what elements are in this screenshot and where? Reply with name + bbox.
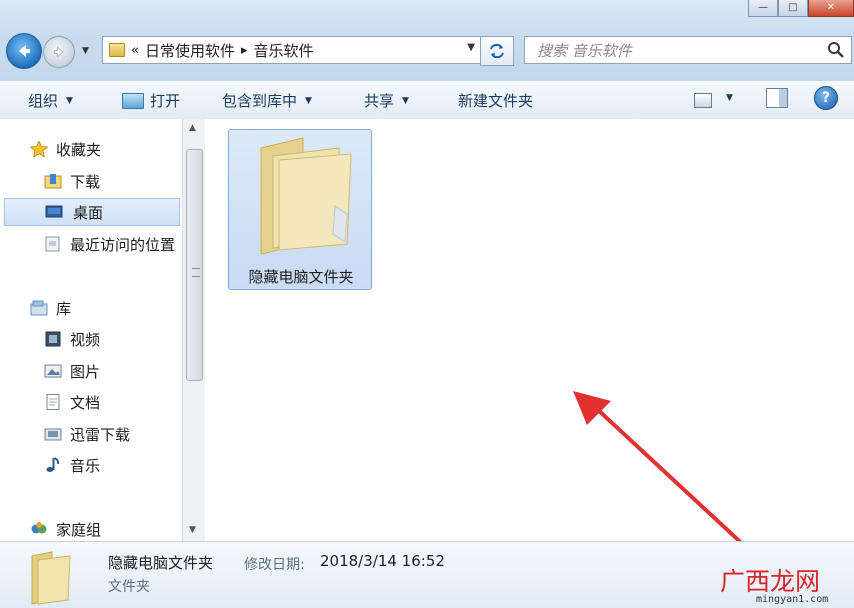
open-button[interactable]: 打开: [122, 90, 180, 111]
library-icon: [30, 300, 48, 316]
organize-label: 组织: [28, 92, 59, 110]
sidebar-item-recent-places[interactable]: 最近访问的位置: [44, 230, 175, 258]
back-arrow-icon: [19, 45, 30, 57]
change-view-icon[interactable]: [694, 93, 712, 108]
share-menu[interactable]: 共享 ▼: [364, 90, 409, 111]
help-icon[interactable]: ?: [814, 86, 838, 110]
sidebar-item-label: 视频: [70, 330, 101, 349]
watermark-url: mingyan1.com: [756, 594, 829, 605]
sidebar-item-thunder-downloads[interactable]: 迅雷下载: [44, 420, 130, 448]
scrollbar-thumb[interactable]: [186, 149, 203, 381]
refresh-button[interactable]: [480, 36, 514, 66]
new-folder-button[interactable]: 新建文件夹: [458, 90, 533, 111]
refresh-icon: [490, 43, 504, 59]
chevron-down-icon[interactable]: ▼: [726, 93, 733, 103]
breadcrumb-item[interactable]: 日常使用软件: [145, 40, 235, 61]
navigation-pane: 收藏夹 下载 桌面 最近访问的位置 库 视频 图片 文档 迅雷下载 音乐 家庭组: [0, 119, 185, 541]
document-icon: [46, 394, 60, 410]
sidebar-item-documents[interactable]: 文档: [44, 388, 100, 416]
folder-item[interactable]: 隐藏电脑文件夹: [228, 129, 372, 290]
sidebar-item-videos[interactable]: 视频: [44, 325, 100, 353]
thunder-download-icon: [44, 428, 62, 441]
include-library-menu[interactable]: 包含到库中 ▼: [222, 90, 312, 111]
video-icon: [45, 331, 61, 347]
folder-icon: [109, 43, 125, 57]
folder-icon: [260, 137, 352, 255]
chevron-down-icon: ▼: [305, 95, 312, 106]
recent-pages-dropdown[interactable]: ▼: [82, 46, 89, 56]
sidebar-item-libraries[interactable]: 库: [30, 294, 71, 322]
details-file-type: 文件夹: [108, 579, 150, 595]
nav-pane-scrollbar[interactable]: ▲ ▼: [182, 119, 205, 541]
downloads-folder-icon: [44, 174, 62, 189]
maximize-button[interactable]: □: [778, 0, 808, 17]
open-icon: [122, 92, 144, 109]
folder-name: 隐藏电脑文件夹: [248, 268, 354, 286]
scroll-up-icon[interactable]: ▲: [189, 123, 196, 133]
breadcrumb-item[interactable]: 音乐软件: [254, 40, 314, 61]
search-input[interactable]: 搜索 音乐软件: [537, 40, 632, 61]
recent-places-icon: [45, 236, 60, 252]
chevron-down-icon[interactable]: ▼: [467, 42, 475, 53]
organize-menu[interactable]: 组织 ▼: [28, 90, 73, 111]
minimize-button[interactable]: —: [748, 0, 778, 17]
preview-pane-icon[interactable]: [766, 88, 788, 108]
sidebar-item-homegroup[interactable]: 家庭组: [30, 515, 101, 543]
folder-icon: [31, 551, 71, 605]
back-button[interactable]: [6, 33, 42, 69]
star-icon: [30, 141, 48, 157]
desktop-icon: [45, 205, 63, 218]
sidebar-item-label: 最近访问的位置: [70, 235, 176, 254]
new-folder-label: 新建文件夹: [458, 92, 534, 110]
close-button[interactable]: ✕: [808, 0, 854, 17]
sidebar-item-label: 音乐: [70, 456, 101, 475]
pictures-icon: [44, 364, 62, 378]
sidebar-item-downloads[interactable]: 下载: [44, 167, 100, 195]
grip-icon: [192, 268, 200, 277]
forward-arrow-icon: [53, 46, 64, 58]
chevron-down-icon: ▼: [66, 95, 73, 106]
search-icon[interactable]: [827, 41, 845, 59]
share-label: 共享: [364, 92, 395, 110]
details-date-value: 2018/3/14 16:52: [320, 552, 445, 570]
sidebar-item-favorites[interactable]: 收藏夹: [30, 135, 101, 163]
chevron-down-icon: ▼: [402, 95, 409, 106]
sidebar-item-label: 迅雷下载: [70, 425, 131, 444]
breadcrumb-overflow[interactable]: «: [131, 43, 139, 58]
address-bar[interactable]: « 日常使用软件 ▸ 音乐软件 ▼: [102, 36, 482, 64]
sidebar-item-label: 下载: [70, 172, 101, 191]
watermark-logo: 广西龙网: [720, 567, 821, 596]
sidebar-item-music[interactable]: 音乐: [44, 451, 100, 479]
breadcrumb-separator[interactable]: ▸: [241, 43, 248, 58]
sidebar-item-label: 库: [56, 299, 72, 318]
homegroup-icon: [31, 522, 47, 534]
sidebar-item-pictures[interactable]: 图片: [44, 357, 100, 385]
details-file-name: 隐藏电脑文件夹: [108, 554, 214, 572]
sidebar-item-label: 收藏夹: [56, 140, 102, 159]
sidebar-item-label: 图片: [70, 362, 101, 381]
details-date-label: 修改日期:: [244, 557, 305, 573]
sidebar-item-label: 桌面: [73, 203, 104, 222]
forward-button[interactable]: [43, 36, 75, 68]
include-library-label: 包含到库中: [222, 92, 298, 110]
music-note-icon: [46, 457, 60, 472]
file-list: 隐藏电脑文件夹: [205, 119, 854, 565]
sidebar-item-desktop[interactable]: 桌面: [4, 198, 180, 226]
sidebar-item-label: 文档: [70, 393, 101, 412]
open-label: 打开: [150, 92, 181, 110]
sidebar-item-label: 家庭组: [56, 520, 102, 539]
scroll-down-icon[interactable]: ▼: [189, 525, 196, 535]
search-box[interactable]: 搜索 音乐软件: [524, 36, 852, 64]
window-controls: — □ ✕: [748, 0, 854, 17]
